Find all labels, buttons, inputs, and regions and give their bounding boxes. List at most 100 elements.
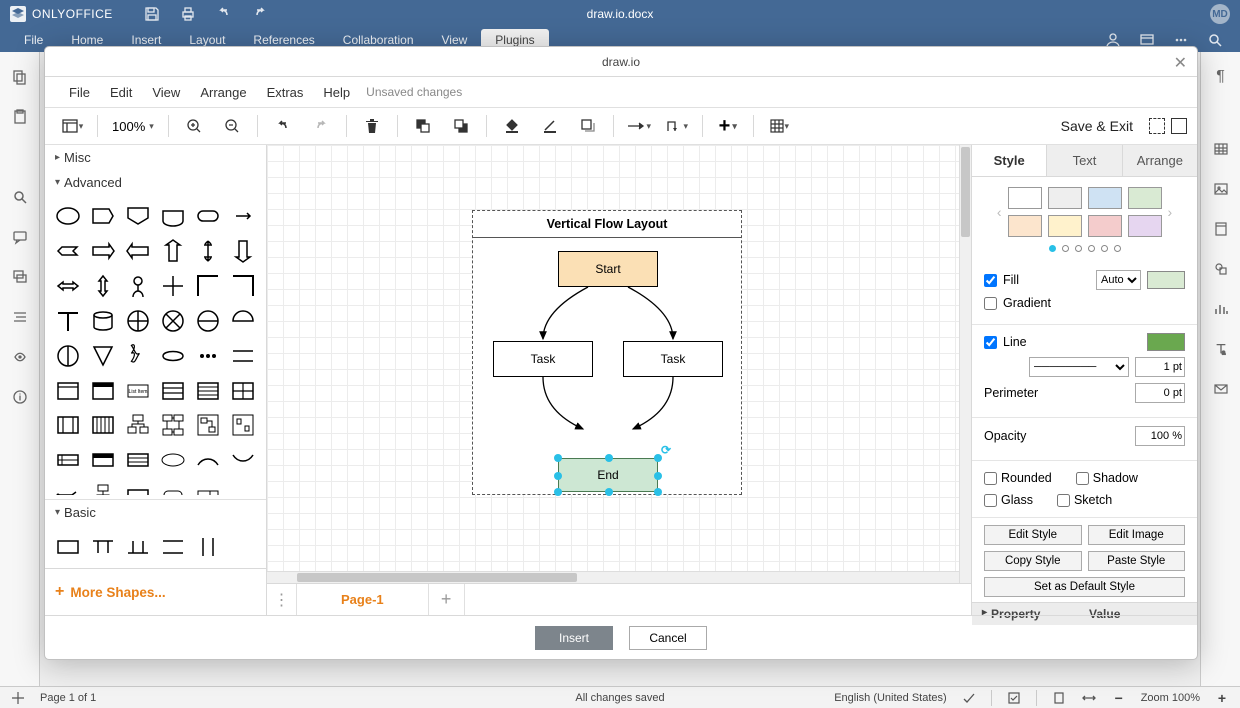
shape-item[interactable] bbox=[227, 306, 258, 337]
shape-item[interactable] bbox=[88, 271, 119, 302]
tb-undo-icon[interactable] bbox=[266, 111, 300, 141]
to-front-icon[interactable] bbox=[406, 111, 440, 141]
fill-mode-select[interactable]: Auto bbox=[1096, 270, 1141, 290]
palette-swatch[interactable] bbox=[1048, 187, 1082, 209]
comment-icon[interactable] bbox=[11, 228, 29, 246]
shape-item[interactable] bbox=[192, 306, 223, 337]
shape-item[interactable] bbox=[53, 410, 84, 441]
edit-style-button[interactable]: Edit Style bbox=[984, 525, 1082, 545]
selection-handle[interactable] bbox=[654, 472, 662, 480]
shape-item[interactable] bbox=[158, 410, 189, 441]
shape-item[interactable] bbox=[53, 271, 84, 302]
shape-item[interactable] bbox=[88, 480, 119, 495]
table-btn-icon[interactable]: ▾ bbox=[762, 111, 796, 141]
page-tab-1[interactable]: Page-1 bbox=[297, 584, 429, 615]
shape-item[interactable] bbox=[227, 531, 258, 562]
shape-item[interactable] bbox=[88, 531, 119, 562]
table-icon[interactable] bbox=[1212, 140, 1230, 158]
page-options-icon[interactable]: ⋮ bbox=[267, 584, 297, 615]
palette-swatch[interactable] bbox=[1008, 215, 1042, 237]
copy-icon[interactable] bbox=[11, 68, 29, 86]
palette-swatch[interactable] bbox=[1128, 215, 1162, 237]
line-width-input[interactable]: 1 pt bbox=[1135, 357, 1185, 377]
selection-handle[interactable] bbox=[554, 454, 562, 462]
shape-item[interactable]: List Item bbox=[123, 375, 154, 406]
shape-icon[interactable] bbox=[1212, 260, 1230, 278]
selection-handle[interactable] bbox=[654, 488, 662, 496]
palette-swatch[interactable] bbox=[1128, 187, 1162, 209]
sketch-checkbox[interactable]: Sketch bbox=[1057, 493, 1112, 507]
selection-handle[interactable] bbox=[554, 488, 562, 496]
view-mode-icon[interactable]: ▾ bbox=[55, 111, 89, 141]
node-task-1[interactable]: Task bbox=[493, 341, 593, 377]
selection-handle[interactable] bbox=[605, 488, 613, 496]
pager-dot[interactable] bbox=[1101, 245, 1108, 252]
chart-icon[interactable] bbox=[1212, 300, 1230, 318]
zoom-select[interactable]: 100%▾ bbox=[106, 119, 160, 134]
shape-item[interactable] bbox=[192, 375, 223, 406]
shape-item[interactable] bbox=[192, 271, 223, 302]
section-misc[interactable]: ▸Misc bbox=[45, 145, 266, 170]
shape-item[interactable] bbox=[158, 531, 189, 562]
palette-swatch[interactable] bbox=[1088, 215, 1122, 237]
rotate-handle-icon[interactable]: ⟳ bbox=[661, 443, 673, 455]
shape-item[interactable] bbox=[158, 375, 189, 406]
dio-menu-edit[interactable]: Edit bbox=[100, 81, 142, 104]
shape-item[interactable] bbox=[53, 480, 84, 495]
pager-dot[interactable] bbox=[1062, 245, 1069, 252]
shape-item[interactable] bbox=[123, 306, 154, 337]
search-icon[interactable] bbox=[1206, 31, 1224, 49]
glass-checkbox[interactable]: Glass bbox=[984, 493, 1033, 507]
dio-menu-extras[interactable]: Extras bbox=[257, 81, 314, 104]
save-exit-button[interactable]: Save & Exit bbox=[1049, 118, 1145, 134]
mail-icon[interactable] bbox=[1212, 380, 1230, 398]
shape-item[interactable] bbox=[88, 201, 119, 232]
shape-item[interactable] bbox=[158, 445, 189, 476]
set-default-style-button[interactable]: Set as Default Style bbox=[984, 577, 1185, 597]
shape-item[interactable] bbox=[88, 445, 119, 476]
insert-icon[interactable]: +▾ bbox=[711, 111, 745, 141]
shape-item[interactable] bbox=[123, 445, 154, 476]
shape-item[interactable] bbox=[192, 340, 223, 371]
shape-item[interactable] bbox=[123, 236, 154, 267]
paste-style-button[interactable]: Paste Style bbox=[1088, 551, 1186, 571]
vertical-scrollbar[interactable] bbox=[959, 145, 971, 583]
palette-swatch[interactable] bbox=[1048, 215, 1082, 237]
add-page-button[interactable]: + bbox=[429, 584, 465, 615]
shape-item[interactable] bbox=[227, 410, 258, 441]
shape-item[interactable] bbox=[88, 410, 119, 441]
close-icon[interactable]: ✕ bbox=[1174, 53, 1187, 73]
shape-item[interactable] bbox=[53, 531, 84, 562]
format-panel-toggle-icon[interactable] bbox=[1171, 118, 1187, 134]
rounded-checkbox[interactable]: Rounded bbox=[984, 471, 1052, 485]
shape-item[interactable] bbox=[227, 375, 258, 406]
dio-menu-file[interactable]: File bbox=[59, 81, 100, 104]
shape-item[interactable] bbox=[227, 480, 258, 495]
pager-dot[interactable] bbox=[1114, 245, 1121, 252]
fit-width-icon[interactable] bbox=[1081, 690, 1097, 706]
shape-item[interactable] bbox=[158, 480, 189, 495]
tb-redo-icon[interactable] bbox=[304, 111, 338, 141]
dio-menu-arrange[interactable]: Arrange bbox=[190, 81, 256, 104]
redo-icon[interactable] bbox=[251, 5, 269, 23]
node-task-2[interactable]: Task bbox=[623, 341, 723, 377]
palette-swatch[interactable] bbox=[1008, 187, 1042, 209]
palette-prev-icon[interactable]: ‹ bbox=[995, 204, 1004, 220]
selection-handle[interactable] bbox=[605, 454, 613, 462]
spellcheck-icon[interactable] bbox=[961, 690, 977, 706]
shadow-checkbox[interactable]: Shadow bbox=[1076, 471, 1138, 485]
shape-item[interactable] bbox=[88, 236, 119, 267]
node-end-selected[interactable]: End ⟳ bbox=[558, 458, 658, 492]
image-icon[interactable] bbox=[1212, 180, 1230, 198]
dio-menu-help[interactable]: Help bbox=[313, 81, 360, 104]
fill-color-icon[interactable] bbox=[495, 111, 529, 141]
shape-item[interactable] bbox=[227, 445, 258, 476]
search-left-icon[interactable] bbox=[11, 188, 29, 206]
shape-item[interactable] bbox=[123, 340, 154, 371]
shape-item[interactable] bbox=[53, 340, 84, 371]
shape-item[interactable] bbox=[53, 236, 84, 267]
zoom-in-icon[interactable] bbox=[177, 111, 211, 141]
sb-page-icon[interactable] bbox=[10, 690, 26, 706]
insert-button[interactable]: Insert bbox=[535, 626, 613, 650]
palette-next-icon[interactable]: › bbox=[1166, 204, 1175, 220]
